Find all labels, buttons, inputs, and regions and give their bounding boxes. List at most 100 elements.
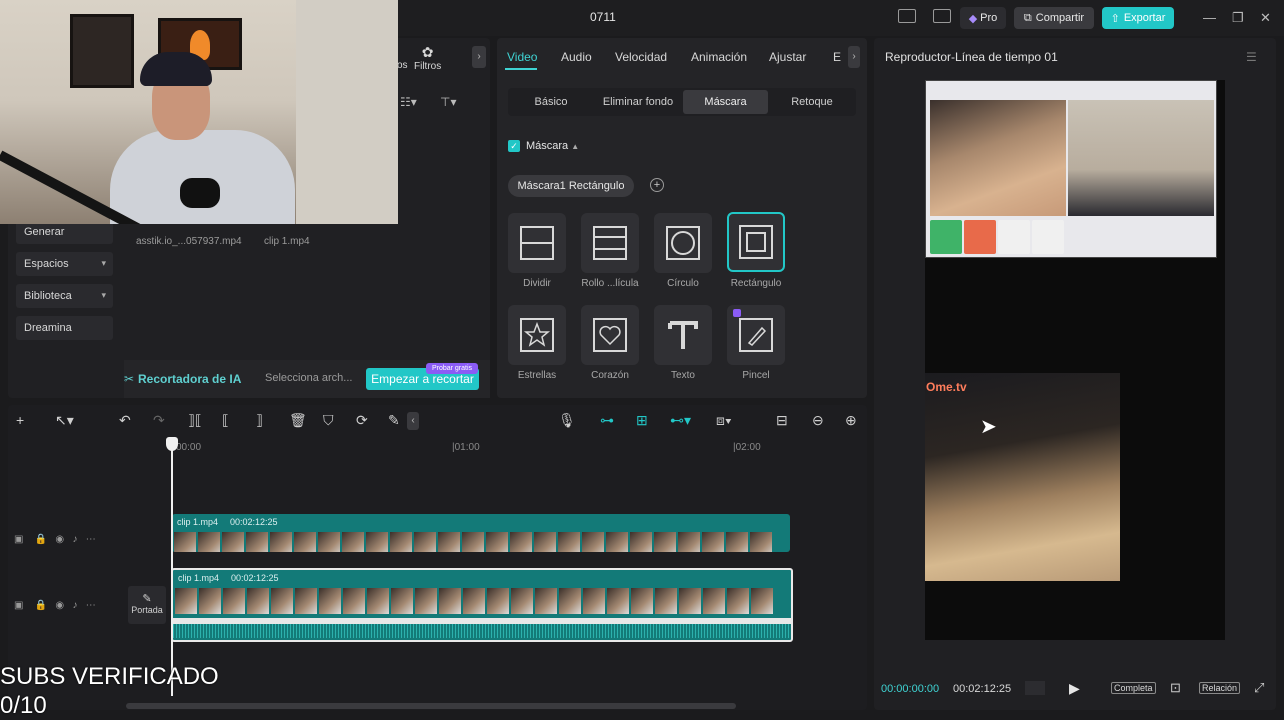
shortcuts-icon[interactable] [933, 9, 951, 23]
play-icon[interactable]: ▶ [1069, 680, 1080, 697]
cursor-icon: ➤ [980, 416, 997, 438]
zoom-out-icon[interactable]: ⊖ [812, 412, 824, 429]
trim-right-icon[interactable]: ⟧ [256, 412, 263, 429]
overlay-line: SUBS VERIFICADO [0, 663, 219, 690]
media-clip-name[interactable]: asstik.io_...057937.mp4 [136, 236, 242, 247]
timeline-clip[interactable]: clip 1.mp4 00:02:12:25 [172, 514, 790, 552]
audio-icon[interactable]: ♪ [72, 534, 77, 545]
link-main-icon[interactable]: ⊶ [600, 412, 614, 429]
timecode-toggle-icon[interactable] [1025, 681, 1045, 695]
layout-icon[interactable] [898, 9, 916, 23]
playhead[interactable] [171, 438, 173, 696]
chevron-left-icon[interactable]: ‹ [407, 412, 419, 430]
microphone [180, 178, 220, 208]
full-quality-button[interactable]: Completa [1111, 682, 1156, 694]
ome-video [925, 373, 1120, 581]
delete-icon[interactable]: 🗑 [289, 412, 307, 429]
pencil-icon: ✎ [142, 593, 152, 605]
share-icon: ⧉ [1023, 11, 1032, 24]
tab-adjust[interactable]: Ajustar [769, 50, 806, 64]
ai-cutter-title: Recortadora de IA [138, 372, 242, 386]
ruler-label: 00:00 [176, 442, 202, 453]
add-icon[interactable]: + [16, 412, 24, 428]
restore-icon[interactable]: ❐ [1232, 10, 1244, 26]
undo-icon[interactable]: ↶ [119, 412, 131, 429]
add-mask-icon[interactable]: + [650, 178, 664, 192]
subtitle-icon[interactable]: ⊟ [776, 412, 788, 429]
filter-icon[interactable]: ⊤▾ [440, 95, 456, 109]
minimize-icon[interactable]: — [1203, 10, 1216, 25]
ruler-label: |02:00 [733, 442, 761, 453]
fit-icon[interactable]: ⊡ [1170, 680, 1181, 696]
loop-icon[interactable]: ⟳ [356, 412, 368, 429]
sidebar-item-label: Espacios [24, 258, 69, 270]
sidebar-item-dreamina[interactable]: Dreamina [16, 316, 113, 340]
subtab-retouch[interactable]: Retoque [772, 90, 852, 114]
tab-partial[interactable]: E [833, 50, 841, 64]
eye-icon[interactable]: ◉ [55, 600, 64, 611]
cover-button[interactable]: ✎ Portada [128, 586, 166, 624]
ai-cutter-select[interactable]: Selecciona arch... [265, 372, 352, 384]
audio-waveform [173, 624, 791, 638]
link-icon[interactable]: ⊷▾ [670, 412, 691, 429]
track-thumbnail-icon[interactable]: ▣ [14, 600, 23, 611]
shape-circle[interactable] [654, 213, 712, 273]
magnet-icon[interactable]: ⊞ [636, 412, 648, 429]
subtab-remove-bg[interactable]: Eliminar fondo [594, 90, 682, 114]
shape-heart[interactable] [581, 305, 639, 365]
microphone-icon[interactable]: 🎙 [558, 412, 576, 429]
mask-checkbox[interactable]: ✓ [508, 140, 520, 152]
chevron-right-icon[interactable]: › [848, 46, 860, 68]
tab-animation[interactable]: Animación [691, 50, 747, 64]
ratio-button[interactable]: Relación [1199, 682, 1241, 694]
more-icon[interactable]: ⋯ [86, 534, 96, 545]
shape-split[interactable] [508, 213, 566, 273]
share-button[interactable]: ⧉ Compartir [1014, 7, 1094, 29]
fullscreen-icon[interactable]: ⤢ [1254, 680, 1264, 696]
trim-left-icon[interactable]: ⟦ [222, 412, 229, 429]
premium-badge-icon [733, 309, 741, 317]
tab-filters[interactable]: ✿ Filtros [414, 44, 441, 72]
sort-icon[interactable]: ☷▾ [400, 95, 417, 109]
mask-chip[interactable]: Máscara1 Rectángulo [508, 175, 634, 197]
lock-icon[interactable]: 🔒 [35, 600, 47, 611]
filters-label: Filtros [414, 61, 442, 72]
mask-toggle-label[interactable]: Máscara ▲ [526, 140, 579, 152]
close-icon[interactable]: ✕ [1260, 10, 1271, 26]
select-tool-icon[interactable]: ↖▾ [55, 412, 74, 429]
shape-star[interactable] [508, 305, 566, 365]
lock-icon[interactable]: 🔒 [35, 534, 47, 545]
subtab-basic[interactable]: Básico [512, 90, 590, 114]
mark-icon[interactable]: ⛉ [323, 412, 334, 429]
filters-icon: ✿ [421, 44, 434, 60]
shape-text[interactable] [654, 305, 712, 365]
player-title: Reproductor-Línea de tiempo 01 [885, 50, 1058, 64]
brush-tool-icon[interactable]: ✎ [388, 412, 400, 429]
shape-filmstrip[interactable] [581, 213, 639, 273]
sidebar-item-espacios[interactable]: Espacios ▾ [16, 252, 113, 276]
chevron-right-icon[interactable]: › [472, 46, 486, 68]
track-thumbnail-icon[interactable]: ▣ [14, 534, 23, 545]
media-clip-name[interactable]: clip 1.mp4 [264, 236, 310, 247]
audio-icon[interactable]: ♪ [72, 600, 77, 611]
menu-icon[interactable]: ☰ [1246, 50, 1257, 64]
export-button[interactable]: ⇧ Exportar [1102, 7, 1174, 29]
shape-rectangle[interactable] [727, 212, 785, 272]
preview-axis-icon[interactable]: ⧈▾ [716, 412, 732, 429]
tab-video[interactable]: Video [507, 50, 537, 64]
redo-icon[interactable]: ↷ [153, 412, 165, 429]
chat-button-red [964, 220, 996, 254]
zoom-in-icon[interactable]: ⊕ [845, 412, 857, 429]
playhead-handle[interactable] [166, 437, 178, 451]
sidebar-item-biblioteca[interactable]: Biblioteca ▾ [16, 284, 113, 308]
pro-button[interactable]: ◆ Pro [960, 7, 1006, 29]
shape-label: Estrellas [517, 370, 557, 381]
eye-icon[interactable]: ◉ [55, 534, 64, 545]
tab-speed[interactable]: Velocidad [615, 50, 667, 64]
more-icon[interactable]: ⋯ [86, 600, 96, 611]
brush-icon [739, 318, 773, 352]
split-clip-icon[interactable]: ⟧⟦ [188, 412, 202, 429]
subtab-mask[interactable]: Máscara [683, 90, 768, 114]
tab-audio[interactable]: Audio [561, 50, 592, 64]
timeline-clip-selected[interactable]: clip 1.mp4 00:02:12:25 [171, 568, 793, 642]
